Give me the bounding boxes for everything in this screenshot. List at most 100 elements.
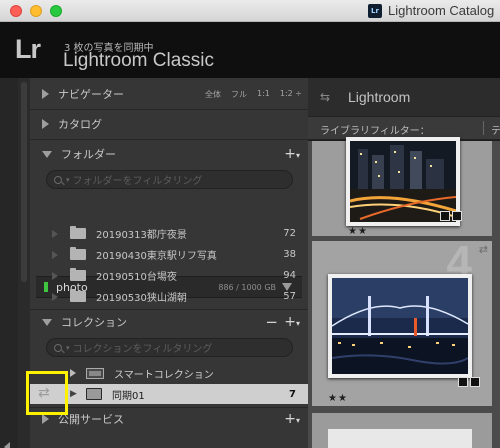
grid-cell[interactable] [312, 413, 492, 448]
folder-item[interactable]: 20190530狭山湖朝 57 [30, 286, 308, 307]
expand-triangle-icon [42, 119, 49, 129]
zoom-window-button[interactable] [50, 5, 62, 17]
search-icon [54, 175, 62, 184]
window-titlebar: Lr Lightroom Catalog [0, 0, 500, 22]
folder-icon [70, 289, 86, 302]
divider [483, 121, 484, 135]
crop-badge-icon[interactable] [440, 211, 450, 221]
left-panel: ナビゲーター 全体 フル 1:1 1:2 ÷ カタログ フォルダー +▾ ▾ フ… [30, 78, 308, 448]
photo-thumbnail[interactable] [328, 274, 472, 378]
module-title: Lightroom [348, 89, 411, 105]
publish-services-header[interactable]: 公開サービス +▾ [30, 405, 308, 433]
folder-count: 38 [283, 249, 296, 260]
close-window-button[interactable] [10, 5, 22, 17]
zoom-1-2[interactable]: 1:2 ÷ [280, 89, 302, 100]
folder-icon [70, 226, 86, 239]
library-filter-label: ライブラリフィルター： [320, 126, 430, 137]
navigator-header[interactable]: ナビゲーター 全体 フル 1:1 1:2 ÷ [30, 80, 308, 108]
app-name: Lightroom Classic [63, 50, 214, 71]
folder-name: 20190313都庁夜景 [96, 230, 187, 241]
photo-thumbnail[interactable] [328, 429, 472, 448]
collapse-triangle-icon [42, 318, 52, 326]
module-header: ⇆ Lightroom [308, 78, 500, 116]
folders-label: フォルダー [61, 148, 116, 161]
develop-badge-icon[interactable] [470, 377, 480, 387]
bridge-night-photo [332, 278, 468, 374]
folder-filter-placeholder: フォルダーをフィルタリング [72, 176, 203, 187]
folder-item[interactable]: 20190430東京駅リフ写真 38 [30, 244, 308, 265]
folder-count: 94 [283, 270, 296, 281]
folder-item[interactable]: 20190313都庁夜景 72 [30, 223, 308, 244]
star-rating[interactable]: ★★ [348, 226, 368, 237]
collections-header[interactable]: コレクション − +▾ [30, 308, 308, 336]
smart-collection-set-icon [86, 367, 104, 379]
folders-header[interactable]: フォルダー +▾ [30, 140, 308, 168]
folder-expand-icon[interactable] [52, 229, 58, 238]
folder-item[interactable]: 20190510台場夜 94 [30, 265, 308, 286]
zoom-fit[interactable]: 全体 [205, 89, 221, 100]
catalog-header[interactable]: カタログ [30, 110, 308, 138]
catalog-label: カタログ [58, 118, 102, 131]
collection-name: スマートコレクション [114, 369, 214, 381]
add-folder-button[interactable]: +▾ [284, 146, 300, 162]
search-icon [54, 343, 62, 352]
lr-logo: Lr [15, 34, 41, 64]
thumbnail-badges [440, 211, 462, 221]
thumbnail-badges [458, 377, 480, 387]
city-night-photo [350, 141, 456, 222]
plus-icon: + [284, 146, 296, 162]
zoom-fill[interactable]: フル [231, 89, 247, 100]
folder-expand-icon[interactable] [52, 250, 58, 259]
add-publish-service-button[interactable]: +▾ [284, 411, 300, 427]
folder-name: 20190530狭山湖朝 [96, 293, 187, 304]
lightroom-app-icon: Lr [368, 4, 382, 18]
plus-icon: + [284, 411, 296, 427]
left-edge-strip [0, 78, 18, 448]
grid-cell[interactable]: ★★ [312, 137, 492, 237]
collection-name: 同期01 [112, 390, 145, 402]
add-collection-button[interactable]: +▾ [284, 314, 300, 330]
folder-expand-icon[interactable] [52, 292, 58, 301]
zoom-1-1[interactable]: 1:1 [257, 89, 270, 100]
expand-triangle-icon [42, 414, 49, 424]
sync-arrows-icon[interactable]: ⇆ [320, 90, 330, 104]
window-title: Lightroom Catalog [388, 3, 495, 18]
crop-badge-icon[interactable] [458, 377, 468, 387]
collection-filter-placeholder: コレクションをフィルタリング [72, 344, 213, 355]
collection-filter-input[interactable]: ▾ コレクションをフィルタリング [46, 338, 293, 357]
identity-plate: Lr 3 枚の写真を同期中 Lightroom Classic [0, 22, 500, 78]
panel-scrollbar-thumb[interactable] [21, 82, 27, 282]
navigator-zoom-modes: 全体 フル 1:1 1:2 ÷ [205, 89, 302, 100]
folder-filter-input[interactable]: ▾ フォルダーをフィルタリング [46, 170, 293, 189]
sync-arrows-icon[interactable]: ⇄ [479, 243, 488, 256]
collapse-left-panel-icon[interactable] [4, 442, 10, 448]
collection-set-item[interactable]: スマートコレクション [30, 363, 308, 383]
folder-count: 72 [283, 228, 296, 239]
dropdown-caret-icon: ▾ [66, 175, 70, 184]
develop-badge-icon[interactable] [452, 211, 462, 221]
remove-collection-button[interactable]: − [265, 313, 278, 331]
grid-cell[interactable]: 4 ⇄ ★★ [312, 236, 492, 406]
highlight-annotation [26, 371, 68, 415]
expand-triangle-icon [42, 89, 49, 99]
plus-icon: + [284, 314, 296, 330]
folder-name: 20190430東京駅リフ写真 [96, 251, 217, 262]
collection-icon [86, 388, 102, 400]
filter-text-tab[interactable]: テ [491, 122, 500, 137]
folder-icon [70, 247, 86, 260]
sync-indicator-icon[interactable]: ▶ [70, 389, 77, 399]
collection-item-selected[interactable]: ▶ 同期01 7 [30, 384, 308, 404]
expand-triangle-icon[interactable] [70, 369, 76, 377]
star-rating[interactable]: ★★ [328, 393, 348, 404]
collapse-triangle-icon [42, 150, 52, 158]
dropdown-caret-icon: ▾ [66, 343, 70, 352]
collection-count: 7 [289, 388, 296, 400]
navigator-label: ナビゲーター [58, 88, 124, 101]
folder-name: 20190510台場夜 [96, 272, 177, 283]
folder-count: 57 [283, 291, 296, 302]
collections-label: コレクション [61, 316, 127, 329]
minimize-window-button[interactable] [30, 5, 42, 17]
photo-grid: ★★ 4 ⇄ ★★ [308, 137, 500, 448]
folder-expand-icon[interactable] [52, 271, 58, 280]
folder-icon [70, 268, 86, 281]
